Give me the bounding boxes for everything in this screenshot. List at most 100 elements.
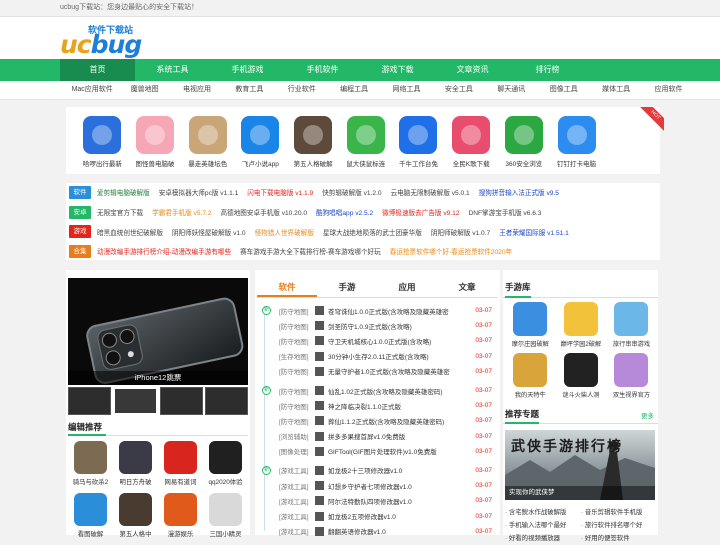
subnav-item[interactable]: 聊天通讯: [485, 81, 537, 99]
subnav-item[interactable]: 电视应用: [171, 81, 223, 99]
update-item[interactable]: [生存地图] 30分钟小生存2.0.11正式版(含攻略) 03-07: [257, 349, 498, 364]
item-title[interactable]: 无量守护者1.0正式版(含攻略及隐藏英雄密: [328, 366, 468, 376]
subnav-item[interactable]: Mac应用软件: [66, 81, 118, 99]
item-title[interactable]: 剑圣防守1.0.9正式版(含攻略): [328, 321, 468, 331]
update-item[interactable]: [防守地图] 葬仙1.1.2正式版(含攻略及隐藏英雄密码) 03-07: [257, 413, 498, 428]
item-category[interactable]: [防守地图]: [279, 321, 313, 331]
editor-pick-item[interactable]: 漫游娱乐: [158, 493, 203, 538]
tag-link[interactable]: DNF掌游宝手机版 v6.6.3: [468, 207, 541, 217]
item-category[interactable]: [浏览辅助]: [279, 431, 313, 441]
item-category[interactable]: [游戏工具]: [279, 481, 313, 491]
item-category[interactable]: [防守地图]: [279, 401, 313, 411]
update-item[interactable]: [防守地图] 剑圣防守1.0.9正式版(含攻略) 03-07: [257, 318, 498, 333]
update-item[interactable]: [游戏工具] 阿尔法特勤队四项修改器v1.0 03-07: [257, 493, 498, 508]
gamelib-item[interactable]: 巅坪学园2破解: [556, 302, 607, 348]
tag-link[interactable]: 搜狗拼音输入法正式版 v9.5: [479, 187, 559, 197]
nav-item[interactable]: 游戏下载: [360, 59, 435, 81]
update-item[interactable]: 新 [游戏工具] 如龙极2十三项修改器v1.0 03-07: [257, 463, 498, 478]
nav-item[interactable]: 首页: [60, 59, 135, 81]
item-title[interactable]: 如龙极2五项修改器v1.0: [328, 511, 468, 521]
gamelib-item[interactable]: 双生视界官方: [606, 353, 657, 399]
editor-pick-item[interactable]: 明日方舟破: [113, 441, 158, 486]
slide-thumb[interactable]: [205, 387, 248, 415]
update-item[interactable]: [浏览辅助] 拼多多果搜首屏v1.0免费版 03-07: [257, 429, 498, 444]
app-item[interactable]: 第五人格破解: [287, 107, 340, 174]
item-title[interactable]: 仙乱1.02正式版(含攻略及隐藏英雄密码): [328, 386, 468, 396]
subnav-item[interactable]: 媒体工具: [590, 81, 642, 99]
tag-link[interactable]: 无限宝官方下载: [97, 207, 143, 217]
update-item[interactable]: [图像处理] GIFTool(GIF图片处理软件)v1.0免费版 03-07: [257, 444, 498, 459]
tag-link[interactable]: 星球大战绝地陨落的武士团豪华版: [323, 227, 422, 237]
tag-link[interactable]: 酷狗唱唱app v2.5.2: [316, 207, 373, 217]
item-category[interactable]: [防守地图]: [279, 366, 313, 376]
topics-more-link[interactable]: 更多: [641, 410, 654, 420]
nav-item[interactable]: 文章资讯: [435, 59, 510, 81]
subnav-item[interactable]: 编程工具: [328, 81, 380, 99]
update-item[interactable]: [防守地图] 无量守护者1.0正式版(含攻略及隐藏英雄密 03-07: [257, 364, 498, 379]
update-item[interactable]: [游戏工具] 幻想乡守护者七项修改器v1.0 03-07: [257, 478, 498, 493]
update-item[interactable]: 新 [防守地图] 仙乱1.02正式版(含攻略及隐藏英雄密码) 03-07: [257, 383, 498, 398]
tag-link[interactable]: 阴阳师妖怪屋破解版 v1.0: [172, 227, 246, 237]
category-tag[interactable]: 软件: [69, 185, 91, 199]
tag-link[interactable]: 云电脑无限制破解版 v5.0.1: [391, 187, 470, 197]
category-tag[interactable]: 合集: [69, 244, 91, 258]
tag-link[interactable]: 王者荣耀国际服 v1.51.1: [499, 227, 569, 237]
editor-pick-item[interactable]: 骑马与砍杀2: [68, 441, 113, 486]
slide-thumb-active[interactable]: [113, 387, 158, 415]
item-category[interactable]: [防守地图]: [279, 386, 313, 396]
gamelib-item[interactable]: 谜斗火柴人测: [556, 353, 607, 399]
gamelib-item[interactable]: 摩尔庄园破解: [505, 302, 556, 348]
app-item[interactable]: 暴走英雄坛色: [181, 107, 234, 174]
item-title[interactable]: 苍穹诛仙1.0.0正式版(含攻略及隐藏英雄密: [328, 306, 468, 316]
gamelib-item[interactable]: 我的天特牛: [505, 353, 556, 399]
category-tag[interactable]: 安卓: [69, 205, 91, 219]
subnav-item[interactable]: 教育工具: [223, 81, 275, 99]
topic-link[interactable]: 含宅鲵水作战破解版: [505, 506, 581, 519]
subnav-item[interactable]: 图像工具: [538, 81, 590, 99]
item-category[interactable]: [游戏工具]: [279, 511, 313, 521]
tag-link[interactable]: 高德地图安卓手机版 v10.20.0: [221, 207, 307, 217]
item-category[interactable]: [游戏工具]: [279, 526, 313, 536]
tag-link[interactable]: 动漫改编手游排行榜介绍-动漫改编手游有哪些: [97, 246, 231, 256]
item-title[interactable]: 拼多多果搜首屏v1.0免费版: [328, 431, 468, 441]
item-title[interactable]: 阿尔法特勤队四项修改器v1.0: [328, 496, 468, 506]
content-tab[interactable]: 软件: [257, 278, 317, 297]
nav-item[interactable]: 手机游戏: [210, 59, 285, 81]
content-tab[interactable]: 应用: [377, 278, 437, 297]
app-item[interactable]: 图怪兽电脑破: [129, 107, 182, 174]
item-title[interactable]: 幻想乡守护者七项修改器v1.0: [328, 481, 468, 491]
editor-pick-item[interactable]: 第五人格中: [113, 493, 158, 538]
item-title[interactable]: 守卫天机城核心1.0.0正式版(含攻略): [328, 336, 468, 346]
item-category[interactable]: [游戏工具]: [279, 496, 313, 506]
item-category[interactable]: [防守地图]: [279, 306, 313, 316]
editor-pick-item[interactable]: qq2020体验: [203, 441, 248, 486]
site-logo[interactable]: 软件下载站 ucbug: [60, 22, 160, 59]
app-item[interactable]: 鼠大侠鼠标连: [339, 107, 392, 174]
nav-item[interactable]: 系统工具: [135, 59, 210, 81]
topic-banner[interactable]: 武侠手游排行榜 实现你的武侠梦: [505, 430, 655, 500]
tag-link[interactable]: 暗黑血统创世纪破解版: [97, 227, 163, 237]
update-item[interactable]: 新 [防守地图] 苍穹诛仙1.0.0正式版(含攻略及隐藏英雄密 03-07: [257, 303, 498, 318]
app-item[interactable]: 全民K歌下载: [445, 107, 498, 174]
tag-link[interactable]: 学霸君手机版 v5.7.2: [152, 207, 211, 217]
topic-link[interactable]: 旅行软件排名哪个好: [581, 519, 657, 532]
tag-link[interactable]: 安卓模拟器大师pc版 v1.1.1: [159, 187, 239, 197]
app-item[interactable]: 360安全浏览: [498, 107, 551, 174]
slide-thumb[interactable]: [68, 387, 111, 415]
subnav-item[interactable]: 安全工具: [433, 81, 485, 99]
item-title[interactable]: 如龙极2十三项修改器v1.0: [328, 465, 468, 475]
item-category[interactable]: [图像处理]: [279, 446, 313, 456]
gamelib-item[interactable]: 旅行串串游戏: [606, 302, 657, 348]
item-title[interactable]: 葬仙1.1.2正式版(含攻略及隐藏英雄密码): [328, 416, 468, 426]
content-tab[interactable]: 文章: [437, 278, 497, 297]
update-item[interactable]: [防守地图] 守卫天机城核心1.0.0正式版(含攻略) 03-07: [257, 333, 498, 348]
nav-item[interactable]: 排行榜: [510, 59, 585, 81]
item-category[interactable]: [防守地图]: [279, 336, 313, 346]
item-title[interactable]: 神之降临决裂1.1.0正式版: [328, 401, 468, 411]
topic-link[interactable]: 好用的便签软件: [581, 532, 657, 545]
editor-pick-item[interactable]: 看图破解: [68, 493, 113, 538]
subnav-item[interactable]: 应用软件: [642, 81, 694, 99]
app-item[interactable]: 飞卢小说app: [234, 107, 287, 174]
topic-link[interactable]: 手机输入法哪个最好: [505, 519, 581, 532]
tag-link[interactable]: 赛车游戏手游大全下载排行榜-赛车游戏哪个好玩: [240, 246, 381, 256]
